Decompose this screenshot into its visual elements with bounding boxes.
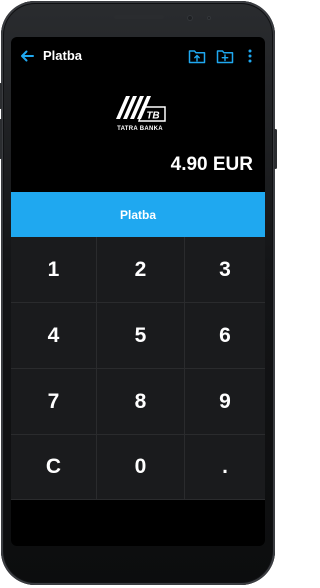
- folder-add-icon[interactable]: [216, 48, 234, 64]
- front-camera: [187, 15, 193, 21]
- key-8[interactable]: 8: [97, 369, 185, 435]
- arrow-left-icon[interactable]: [19, 48, 35, 64]
- pay-button-label: Platba: [119, 207, 156, 222]
- tatra-banka-logo: TB TATRA BANKA: [111, 91, 169, 136]
- earpiece-speaker: [114, 15, 164, 19]
- key-2[interactable]: 2: [97, 237, 185, 303]
- key-9[interactable]: 9: [185, 369, 265, 435]
- key-1[interactable]: 1: [11, 237, 97, 303]
- app-screen: Platba TB TATRA BANKA 4.90 EUR Platba 1 …: [11, 37, 265, 546]
- key-decimal[interactable]: .: [185, 435, 265, 500]
- payment-amount: 4.90 EUR: [170, 154, 253, 175]
- more-vert-icon[interactable]: [244, 48, 256, 64]
- key-clear[interactable]: C: [11, 435, 97, 500]
- pay-button[interactable]: Platba: [11, 192, 265, 237]
- key-4[interactable]: 4: [11, 303, 97, 369]
- key-3[interactable]: 3: [185, 237, 265, 303]
- tatra-banka-logo-mark: TB: [116, 96, 166, 122]
- phone-frame: Platba TB TATRA BANKA 4.90 EUR Platba 1 …: [0, 1, 277, 585]
- volume-down-button: [0, 119, 2, 159]
- app-bar: Platba: [11, 37, 265, 75]
- key-7[interactable]: 7: [11, 369, 97, 435]
- key-0[interactable]: 0: [97, 435, 185, 500]
- volume-up-button: [0, 83, 2, 109]
- power-button: [274, 129, 277, 169]
- logo-text: TATRA BANKA: [117, 126, 163, 132]
- page-title: Platba: [43, 48, 83, 63]
- folder-upload-icon[interactable]: [188, 48, 206, 64]
- key-6[interactable]: 6: [185, 303, 265, 369]
- front-sensor: [207, 16, 211, 20]
- key-5[interactable]: 5: [97, 303, 185, 369]
- logo-initials: TB: [146, 111, 159, 122]
- numeric-keypad: 1 2 3 4 5 6 7 8 9 C 0 .: [11, 237, 265, 500]
